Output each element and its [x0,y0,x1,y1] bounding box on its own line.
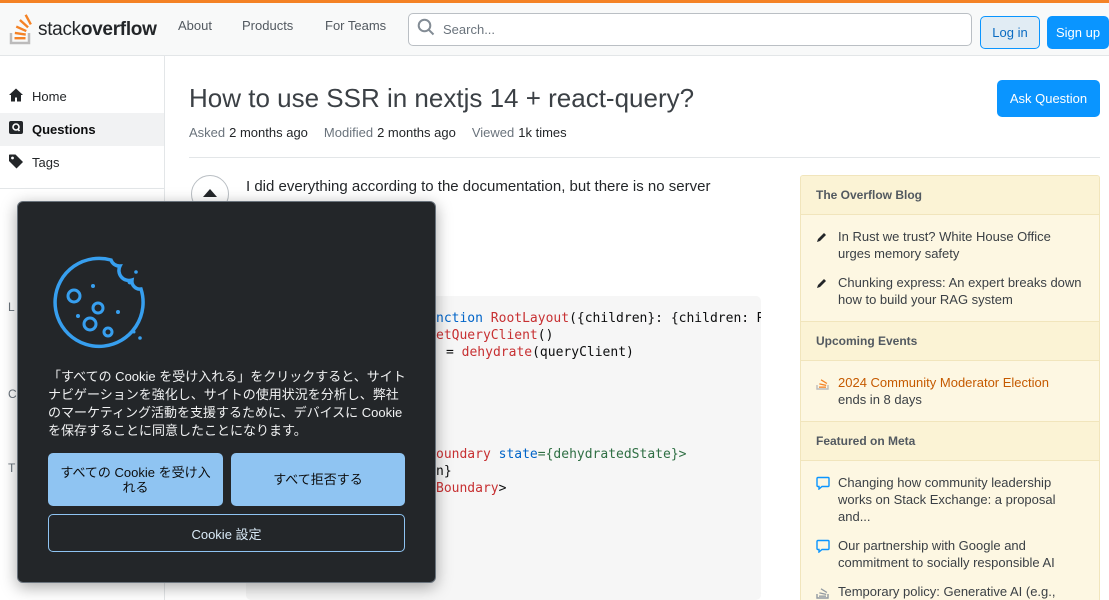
code-line: = dehydrate(queryClient) [446,345,634,360]
blog-item[interactable]: Chunking express: An expert breaks down … [816,274,1086,308]
stack-logo-icon [816,374,830,408]
event-link[interactable]: 2024 Community Moderator Election [838,374,1086,391]
code-line: nction RootLayout({children}: {children:… [436,311,761,326]
title-divider [189,157,1100,158]
code-line: oundary state={dehydratedState}> [436,447,687,462]
reject-all-cookies-button[interactable]: すべて拒否する [231,453,405,506]
sidebar-item-tags[interactable]: Tags [0,146,164,179]
pencil-icon [816,228,830,262]
question-title[interactable]: How to use SSR in nextjs 14 + react-quer… [189,83,694,114]
sidebar-item-label: Home [32,89,67,104]
stackoverflow-logo[interactable]: stackoverflow [8,12,157,48]
stack-logo-icon [816,583,830,600]
chat-bubble-icon [816,537,830,571]
blog-heading: The Overflow Blog [801,176,1099,215]
nav-for-teams[interactable]: For Teams [325,18,386,33]
chat-bubble-icon [816,474,830,525]
event-sub: ends in 8 days [838,392,922,407]
meta-item[interactable]: Changing how community leadership works … [816,474,1086,525]
ask-question-button[interactable]: Ask Question [997,80,1100,117]
sidebar-item-label: Questions [32,122,96,137]
accept-all-cookies-button[interactable]: すべての Cookie を受け入れる [48,453,223,506]
viewed-meta: Viewed 1k times [471,125,567,140]
code-line: Boundary> [436,481,507,496]
meta-item[interactable]: Our partnership with Google and commitme… [816,537,1086,571]
asked-meta: Asked 2 months ago [189,125,308,140]
sidebar-section-letter: T [8,461,16,475]
top-bar: stackoverflow About Products For Teams L… [0,0,1109,56]
blog-item[interactable]: In Rust we trust? White House Office urg… [816,228,1086,262]
modified-meta: Modified 2 months ago [323,125,456,140]
tag-icon [8,153,24,172]
questions-icon [8,120,24,139]
stack-logo-icon [8,14,34,46]
sidebar-item-label: Tags [32,155,60,170]
sidebar-divider [0,188,164,189]
sidebar-section-letter: L [8,300,15,314]
events-heading: Upcoming Events [801,321,1099,361]
nav-about[interactable]: About [178,18,212,33]
nav-products[interactable]: Products [242,18,293,33]
event-item[interactable]: 2024 Community Moderator Election ends in… [816,374,1086,408]
question-meta: Asked 2 months ago Modified 2 months ago V… [189,125,567,140]
cookie-icon [48,252,148,352]
search-box[interactable] [408,13,972,46]
search-input[interactable] [443,22,943,37]
signup-button[interactable]: Sign up [1047,16,1109,49]
post-body-text: I did everything according to the docume… [246,178,711,195]
meta-item[interactable]: Temporary policy: Generative AI (e.g., [816,583,1086,600]
search-icon [417,18,435,41]
cookie-consent-text: 「すべての Cookie を受け入れる」をクリックすると、サイトナビゲーションを… [48,369,406,438]
sidebar-item-questions[interactable]: Questions [0,113,164,146]
right-sidebar: The Overflow Blog In Rust we trust? Whit… [800,175,1100,600]
sidebar-item-home[interactable]: Home [0,80,164,113]
sidebar-section-letter: C [8,387,17,401]
home-icon [8,87,24,106]
code-line: etQueryClient() [436,328,554,343]
cookie-settings-button[interactable]: Cookie 設定 [48,514,405,552]
logo-text: stackoverflow [38,19,157,40]
pencil-icon [816,274,830,308]
code-line: n} [436,464,452,479]
meta-heading: Featured on Meta [801,421,1099,461]
login-button[interactable]: Log in [980,16,1040,49]
cookie-consent-dialog: 「すべての Cookie を受け入れる」をクリックすると、サイトナビゲーションを… [17,201,436,583]
